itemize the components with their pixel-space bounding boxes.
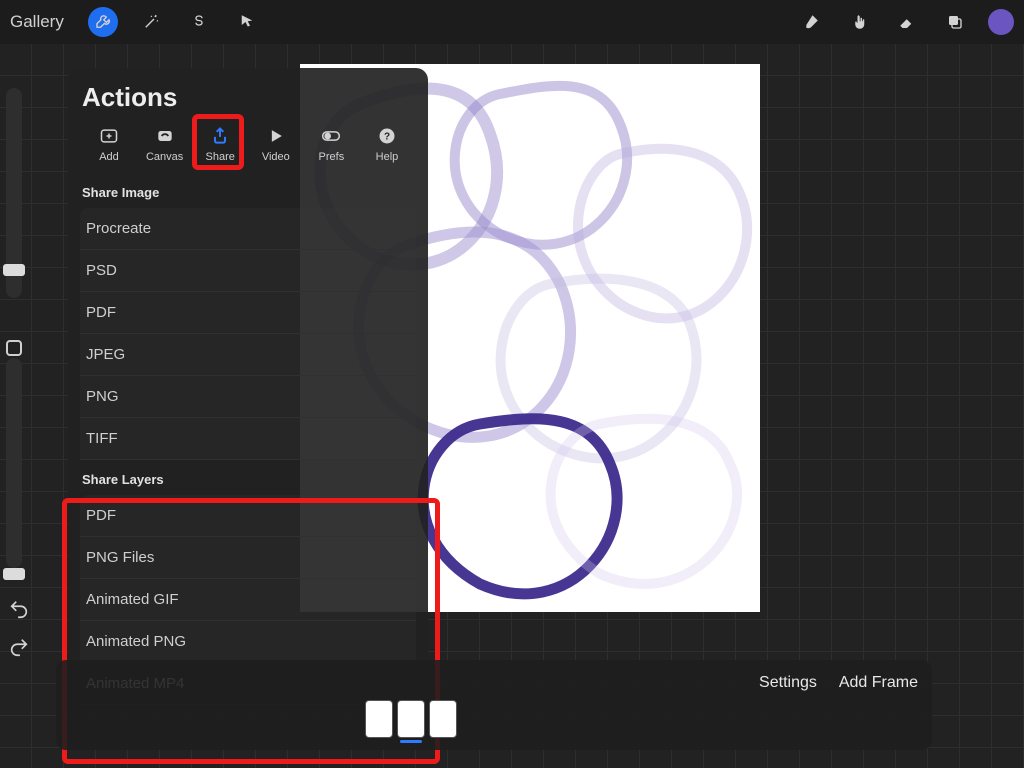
option-animated-gif[interactable]: Animated GIF — [80, 579, 416, 621]
redo-icon — [8, 636, 30, 658]
canvas-crop-icon — [152, 125, 178, 147]
animation-frames-track[interactable] — [70, 668, 751, 738]
option-png[interactable]: PNG — [80, 376, 416, 418]
eraser-icon — [898, 13, 916, 31]
eraser-tool-button[interactable] — [892, 7, 922, 37]
smudge-tool-button[interactable] — [844, 7, 874, 37]
tab-help[interactable]: ? Help — [362, 125, 412, 163]
animation-frame-1[interactable] — [365, 700, 393, 738]
slider-thumb[interactable] — [3, 264, 25, 276]
option-psd[interactable]: PSD — [80, 250, 416, 292]
smudge-finger-icon — [850, 13, 868, 31]
redo-button[interactable] — [8, 636, 30, 663]
help-question-icon: ? — [374, 125, 400, 147]
selection-button[interactable] — [184, 7, 214, 37]
paintbrush-icon — [802, 13, 820, 31]
layers-icon — [946, 13, 964, 31]
slider-thumb[interactable] — [3, 568, 25, 580]
transform-button[interactable] — [232, 7, 262, 37]
animation-add-frame-button[interactable]: Add Frame — [839, 674, 918, 692]
adjustments-button[interactable] — [136, 7, 166, 37]
selection-s-icon — [190, 13, 208, 31]
brush-opacity-slider[interactable] — [6, 358, 22, 568]
toggle-icon — [318, 125, 344, 147]
animation-frame-2[interactable] — [397, 700, 425, 738]
magic-wand-icon — [142, 13, 160, 31]
animation-frame-3[interactable] — [429, 700, 457, 738]
actions-tab-row: Add Canvas Share Video Prefs ? Help — [80, 123, 416, 173]
animation-settings-button[interactable]: Settings — [759, 674, 817, 692]
tab-prefs[interactable]: Prefs — [306, 125, 356, 163]
brush-tool-button[interactable] — [796, 7, 826, 37]
share-icon — [207, 125, 233, 147]
tab-canvas[interactable]: Canvas — [140, 125, 190, 163]
section-share-image: Share Image — [80, 173, 416, 208]
add-image-icon — [96, 125, 122, 147]
option-png-files[interactable]: PNG Files — [80, 537, 416, 579]
animation-timeline-bar: Settings Add Frame — [56, 660, 932, 750]
tab-video[interactable]: Video — [251, 125, 301, 163]
svg-text:?: ? — [384, 131, 390, 142]
undo-button[interactable] — [8, 598, 30, 625]
tab-add[interactable]: Add — [84, 125, 134, 163]
toolbar-left: Gallery — [10, 7, 262, 37]
wrench-icon — [94, 13, 112, 31]
modify-button[interactable] — [6, 340, 22, 356]
share-image-options: Procreate PSD PDF JPEG PNG TIFF — [80, 208, 416, 460]
brush-size-slider[interactable] — [6, 88, 22, 298]
actions-wrench-button[interactable] — [88, 7, 118, 37]
tab-share[interactable]: Share — [195, 125, 245, 163]
layers-button[interactable] — [940, 7, 970, 37]
popover-title: Actions — [82, 82, 416, 113]
section-share-layers: Share Layers — [80, 460, 416, 495]
gallery-button[interactable]: Gallery — [10, 12, 64, 32]
option-animated-png[interactable]: Animated PNG — [80, 621, 416, 663]
actions-popover: Actions Add Canvas Share Video Prefs ? H… — [68, 68, 428, 705]
toolbar-right — [796, 7, 1014, 37]
undo-icon — [8, 598, 30, 620]
option-tiff[interactable]: TIFF — [80, 418, 416, 460]
option-jpeg[interactable]: JPEG — [80, 334, 416, 376]
option-layer-pdf[interactable]: PDF — [80, 495, 416, 537]
play-icon — [263, 125, 289, 147]
option-procreate[interactable]: Procreate — [80, 208, 416, 250]
top-toolbar: Gallery — [0, 0, 1024, 44]
option-pdf[interactable]: PDF — [80, 292, 416, 334]
arrow-cursor-icon — [238, 13, 256, 31]
color-picker-button[interactable] — [988, 9, 1014, 35]
animation-actions: Settings Add Frame — [759, 668, 918, 692]
